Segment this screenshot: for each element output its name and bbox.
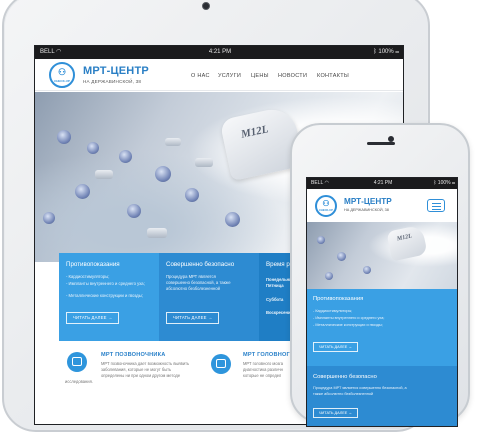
console-knob: [225, 212, 240, 227]
nav-prices[interactable]: ЦЕНЫ: [251, 73, 269, 79]
logo-text: CHECK-UP: [54, 79, 70, 83]
console-knob: [75, 184, 90, 199]
service-line: МРТ головного мозга: [243, 361, 284, 366]
logo-badge[interactable]: ⚇ CHECK-UP: [315, 195, 337, 217]
service-line: диагностика различн: [243, 367, 283, 372]
console-key: [195, 158, 213, 167]
battery-label: ᛒ 100% ▭: [433, 178, 455, 189]
family-logo-icon: ⚇: [57, 67, 67, 77]
panel-title: Совершенно безопасно: [313, 374, 377, 380]
mobile-panel-safety: Совершенно безопасно Процедура МРТ являе…: [307, 366, 457, 426]
console-knob: [317, 236, 325, 244]
panel-line: абсолютно безболезненной: [166, 286, 220, 291]
console-knob: [185, 188, 199, 202]
console-key: [95, 170, 113, 179]
console-knob: [43, 212, 55, 224]
read-more-button[interactable]: ЧИТАТЬ ДАЛЕЕ →: [66, 312, 120, 324]
brand-address: НА ДЕРЖАВИНСКОЙ, 38: [83, 79, 142, 84]
console-knob: [127, 204, 141, 218]
console-knob: [337, 252, 346, 261]
hamburger-menu-button[interactable]: [427, 199, 445, 212]
console-knob: [119, 150, 132, 163]
panel-line: - Металлические конструкции и гвозды;: [66, 293, 143, 298]
service-line: МРТ позвоночника дает возможность выявит…: [101, 361, 190, 366]
panel-line: совершенно безопасной, а также: [166, 280, 231, 285]
service-line: заболевания, которые не могут быть: [101, 367, 172, 372]
panel-title: Противопоказания: [66, 261, 120, 268]
phone-speaker: [367, 142, 395, 145]
menu-bar-icon: [432, 206, 441, 208]
phone-status-bar: BELL ◠ 4:21 PM ᛒ 100% ▭: [307, 178, 457, 189]
bluetooth-icon: ᛒ: [433, 180, 437, 186]
brand-address: НА ДЕРЖАВИНСКОЙ, 38: [344, 208, 389, 212]
battery-label: ᛒ 100% ▭: [373, 46, 399, 59]
nav-contacts[interactable]: КОНТАКТЫ: [317, 73, 349, 79]
console-key: [165, 138, 181, 146]
panel-line: также абсолютно безболезненной: [313, 392, 374, 396]
nav-services[interactable]: УСЛУГИ: [218, 73, 241, 79]
panel-line: Процедура МРТ является: [166, 274, 216, 279]
bluetooth-icon: ᛒ: [373, 49, 377, 55]
panel-line: Процедура МРТ является совершенно безопа…: [313, 386, 407, 390]
brand-name[interactable]: МРТ-ЦЕНТР: [83, 65, 149, 77]
panel-line: - Кардиостимуляторы;: [313, 309, 353, 313]
tablet-status-bar: BELL ◠ 4:21 PM ᛒ 100% ▭: [35, 46, 403, 59]
panel-line: - Металлические конструкции и гвозды;: [313, 323, 383, 327]
mri-icon[interactable]: [67, 352, 87, 372]
head-mri-icon[interactable]: [211, 354, 231, 374]
panel-line: - Кардиостимуляторы;: [66, 274, 110, 279]
read-more-button[interactable]: ЧИТАТЬ ДАЛЕЕ →: [313, 342, 359, 352]
site-header: ⚇ CHECK-UP МРТ-ЦЕНТР НА ДЕРЖАВИНСКОЙ, 38…: [35, 59, 403, 91]
battery-icon: ▭: [451, 180, 455, 186]
panel-safety: Совершенно безопасно Процедура МРТ являе…: [159, 253, 259, 341]
console-knob: [363, 266, 371, 274]
service-title[interactable]: МРТ ПОЗВОНОЧНИКА: [101, 352, 165, 358]
service-footer: исследования.: [65, 379, 93, 384]
service-line: которые не определ: [243, 373, 282, 378]
read-more-button[interactable]: ЧИТАТЬ ДАЛЕЕ →: [166, 312, 220, 324]
panel-title: Противопоказания: [313, 296, 364, 302]
service-line: определены ни при одном другом методе: [101, 373, 181, 378]
service-title[interactable]: МРТ ГОЛОВНОГ: [243, 352, 290, 358]
logo-text: CHECK-UP: [319, 209, 333, 212]
phone-screen: BELL ◠ 4:21 PM ᛒ 100% ▭ ⚇ CHECK-UP МРТ-Ц…: [306, 177, 458, 427]
menu-bar-icon: [432, 203, 441, 205]
read-more-button[interactable]: ЧИТАТЬ ДАЛЕЕ →: [313, 408, 359, 418]
console-knob: [57, 130, 71, 144]
console-knob: [87, 142, 99, 154]
tablet-camera: [202, 2, 210, 10]
console-key: [147, 228, 167, 238]
battery-text: 100%: [437, 180, 451, 186]
console-knob: [325, 272, 333, 280]
nav-news[interactable]: НОВОСТИ: [278, 73, 307, 79]
nav-about[interactable]: О НАС: [191, 73, 210, 79]
mri-machine-glyph: [216, 359, 226, 368]
mri-machine-glyph: [72, 357, 82, 366]
battery-icon: ▭: [395, 49, 399, 55]
panel-title: Совершенно безопасно: [166, 261, 235, 268]
phone-device: BELL ◠ 4:21 PM ᛒ 100% ▭ ⚇ CHECK-UP МРТ-Ц…: [290, 123, 470, 427]
mobile-header: ⚇ CHECK-UP МРТ-ЦЕНТР НА ДЕРЖАВИНСКОЙ, 38: [307, 189, 457, 222]
battery-text: 100%: [378, 49, 394, 55]
menu-bar-icon: [432, 209, 441, 211]
family-logo-icon: ⚇: [322, 199, 330, 208]
ultrasound-probe: [386, 224, 428, 262]
hero-image: M12L: [307, 222, 457, 289]
panel-line: - Импланты внутреннего и среднего уха;: [313, 316, 385, 320]
mobile-panel-contraindications: Противопоказания - Кардиостимуляторы; - …: [307, 289, 457, 366]
logo-badge[interactable]: ⚇ CHECK-UP: [49, 62, 75, 88]
panel-contraindications: Противопоказания - Кардиостимуляторы; - …: [59, 253, 159, 341]
status-time: 4:21 PM: [208, 49, 232, 55]
console-knob: [155, 166, 171, 182]
brand-name[interactable]: МРТ-ЦЕНТР: [344, 197, 392, 206]
panel-line: - Импланты внутреннего и среднего уха;: [66, 281, 145, 286]
